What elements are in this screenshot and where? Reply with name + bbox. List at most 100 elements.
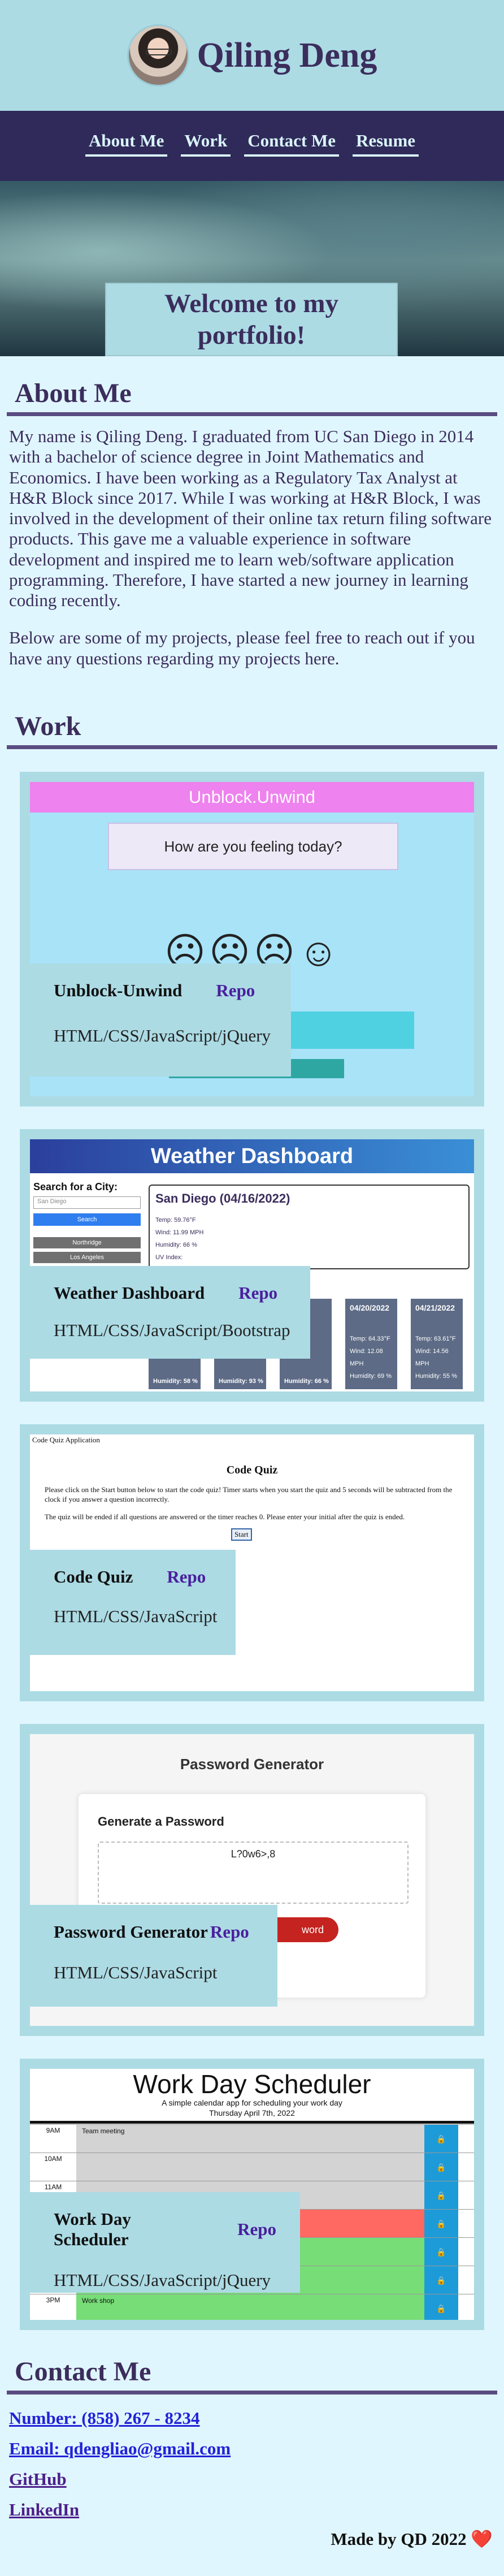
- project-card-code-quiz: Code Quiz Application Code Quiz Please c…: [20, 1424, 484, 1701]
- project-title: Code Quiz: [54, 1566, 133, 1587]
- hour-text: [76, 2153, 424, 2181]
- github-link[interactable]: GitHub: [9, 2469, 495, 2489]
- search-input: San Diego: [33, 1196, 141, 1209]
- forecast-date: 04/20/2022: [350, 1303, 390, 1312]
- repo-link[interactable]: Repo: [167, 1567, 206, 1587]
- project-title: Weather Dashboard: [54, 1282, 205, 1303]
- forecast-day: 04/20/2022 Temp: 64.33°F Wind: 12.08 MPH…: [345, 1298, 397, 1389]
- hour-text: Team meeting: [76, 2124, 424, 2153]
- nav-resume[interactable]: Resume: [353, 131, 419, 157]
- forecast-humidity: Humidity: 66 %: [284, 1377, 329, 1385]
- contact-list: Number: (858) 267 - 8234 Email: qdenglia…: [0, 2395, 504, 2520]
- hour-text: Work shop: [76, 2294, 424, 2320]
- screenshot-instructions: Please click on the Start button below t…: [45, 1485, 453, 1503]
- screenshot-heading: Code Quiz: [226, 1463, 278, 1476]
- profile-photo: [127, 24, 189, 87]
- search-label: Search for a City:: [33, 1181, 118, 1192]
- nav-contact-me[interactable]: Contact Me: [244, 131, 340, 157]
- work-heading: Work: [7, 686, 497, 749]
- welcome-box: Welcome to my portfolio!: [105, 283, 398, 356]
- panel-title: Generate a Password: [98, 1814, 224, 1829]
- forecast-date: 04/21/2022: [415, 1303, 455, 1312]
- project-title: Unblock-Unwind: [54, 980, 183, 1000]
- hour-label: 10AM: [44, 2154, 62, 2163]
- project-list: Unblock.Unwind How are you feeling today…: [0, 749, 504, 2330]
- hero-banner: Welcome to my portfolio!: [0, 181, 504, 356]
- site-footer: Made by QD 2022 ❤️: [331, 2529, 493, 2549]
- password-output: L?0w6>,8: [98, 1841, 409, 1904]
- forecast-wind: Wind: 12.08 MPH: [350, 1347, 383, 1367]
- current-humidity: Humidity: 66 %: [155, 1241, 197, 1248]
- current-wind: Wind: 11.99 MPH: [155, 1229, 204, 1236]
- linkedin-link[interactable]: LinkedIn: [9, 2500, 495, 2520]
- project-title: Password Generator: [54, 1921, 208, 1942]
- current-weather: San Diego (04/16/2022) Temp: 59.76°F Win…: [149, 1184, 470, 1269]
- repo-link[interactable]: Repo: [238, 1283, 277, 1303]
- repo-link[interactable]: Repo: [216, 980, 255, 1001]
- main-nav: About Me Work Contact Me Resume: [0, 111, 504, 181]
- contact-heading: Contact Me: [7, 2353, 497, 2395]
- repo-link[interactable]: Repo: [210, 1922, 249, 1942]
- forecast-humidity: Humidity: 58 %: [153, 1377, 198, 1385]
- save-icon: 🔒: [424, 2181, 458, 2209]
- current-temp: Temp: 59.76°F: [155, 1216, 196, 1224]
- screenshot-heading: Work Day Scheduler: [133, 2069, 371, 2099]
- screenshot-heading: Password Generator: [180, 1755, 324, 1773]
- project-tech: HTML/CSS/JavaScript: [54, 1962, 218, 1982]
- forecast-humidity: Humidity: 55 %: [415, 1372, 457, 1380]
- screenshot-subtitle: A simple calendar app for scheduling you…: [162, 2098, 342, 2107]
- forecast-day: 04/21/2022 Temp: 63.61°F Wind: 14.56 MPH…: [411, 1298, 463, 1389]
- project-label: Code Quiz Repo HTML/CSS/JavaScript: [30, 1549, 236, 1655]
- project-tech: HTML/CSS/JavaScript/jQuery: [54, 1025, 271, 1045]
- nav-about-me[interactable]: About Me: [85, 131, 168, 157]
- screenshot-app-title: Weather Dashboard: [30, 1139, 474, 1173]
- project-tech: HTML/CSS/JavaScript/Bootstrap: [54, 1320, 290, 1340]
- hour-label: 9AM: [46, 2126, 60, 2134]
- start-button: Start: [231, 1528, 252, 1541]
- hour-row: 10AM 🔒: [30, 2152, 474, 2181]
- project-tech: HTML/CSS/JavaScript: [54, 1606, 218, 1626]
- nav-work[interactable]: Work: [181, 131, 231, 157]
- about-paragraph-2: Below are some of my projects, please fe…: [9, 628, 475, 668]
- welcome-line-1: Welcome to my: [164, 288, 338, 318]
- site-name: Qiling Deng: [197, 36, 377, 75]
- site-header: Qiling Deng: [0, 0, 504, 111]
- repo-link[interactable]: Repo: [237, 2219, 276, 2240]
- hour-row: 3PM Work shop 🔒: [30, 2293, 474, 2320]
- phone-link[interactable]: Number: (858) 267 - 8234: [9, 2408, 495, 2428]
- project-label: Password Generator Repo HTML/CSS/JavaScr…: [30, 1904, 277, 2007]
- screenshot-date: Thursday April 7th, 2022: [209, 2108, 295, 2117]
- forecast-humidity: Humidity: 69 %: [350, 1372, 392, 1380]
- save-icon: 🔒: [424, 2266, 458, 2294]
- forecast-wind: Wind: 14.56 MPH: [415, 1347, 449, 1367]
- project-title: Work Day Scheduler: [54, 2208, 131, 2249]
- project-card-unblock-unwind: Unblock.Unwind How are you feeling today…: [20, 771, 484, 1107]
- save-icon: 🔒: [424, 2294, 458, 2320]
- search-button: Search: [33, 1213, 141, 1226]
- hour-label: 3PM: [46, 2296, 60, 2304]
- current-title: San Diego (04/16/2022): [155, 1191, 290, 1205]
- current-uv: UV Index:: [155, 1254, 183, 1261]
- about-paragraph-1: My name is Qiling Deng. I graduated from…: [9, 426, 492, 611]
- hour-row: 9AM Team meeting 🔒: [30, 2124, 474, 2153]
- hour-label: 11AM: [44, 2182, 62, 2191]
- project-label: Weather Dashboard Repo HTML/CSS/JavaScri…: [30, 1265, 310, 1359]
- save-icon: 🔒: [424, 2209, 458, 2237]
- screenshot-app-title: Unblock.Unwind: [30, 781, 474, 812]
- about-text: My name is Qiling Deng. I graduated from…: [0, 416, 504, 669]
- forecast-humidity: Humidity: 93 %: [219, 1377, 263, 1385]
- save-icon: 🔒: [424, 2153, 458, 2181]
- history-item: Northridge: [33, 1237, 141, 1248]
- project-label: Work Day Scheduler Repo HTML/CSS/JavaScr…: [30, 2192, 300, 2293]
- forecast-temp: Temp: 64.33°F: [350, 1335, 390, 1342]
- project-card-weather-dashboard: Weather Dashboard Search for a City: San…: [20, 1129, 484, 1402]
- save-icon: 🔒: [424, 2237, 458, 2266]
- screenshot-end-note: The quiz will be ended if all questions …: [45, 1512, 405, 1521]
- project-card-password-generator: Password Generator Generate a Password L…: [20, 1723, 484, 2036]
- screenshot-tab-title: Code Quiz Application: [32, 1435, 100, 1444]
- history-item: Los Angeles: [33, 1251, 141, 1263]
- search-panel: Search for a City: San Diego Search Nort…: [33, 1181, 141, 1263]
- email-link[interactable]: Email: qdengliao@gmail.com: [9, 2439, 495, 2459]
- about-heading: About Me: [7, 356, 497, 416]
- welcome-line-2: portfolio!: [197, 321, 306, 350]
